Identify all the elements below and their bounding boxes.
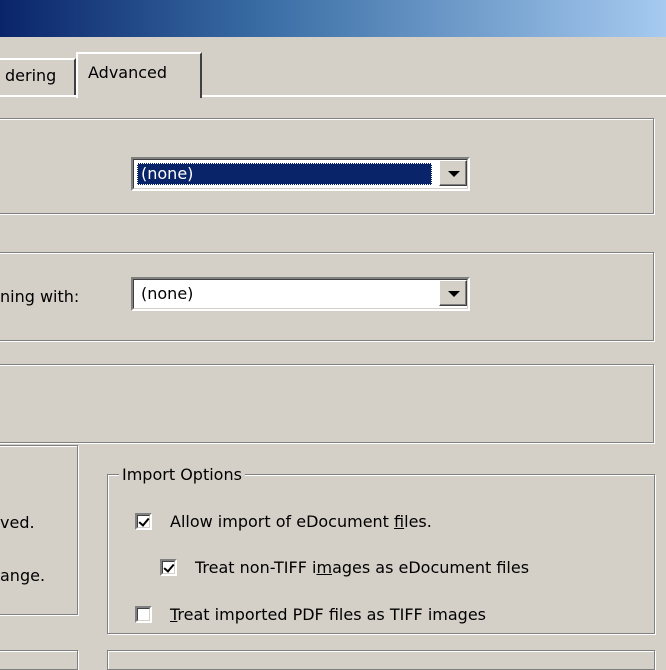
first-combo[interactable]: (none) (131, 157, 470, 191)
tab-advanced[interactable]: Advanced (76, 52, 202, 98)
left-lower-group-box (0, 650, 78, 670)
group-box-3 (0, 364, 654, 443)
first-combo-value: (none) (137, 163, 432, 185)
treat-pdf-as-tiff-checkbox[interactable] (135, 606, 152, 623)
second-combo-label: ning with: (0, 287, 80, 306)
tab-advanced-label: Advanced (88, 63, 168, 82)
second-combo-dropdown-icon[interactable] (439, 280, 467, 306)
left-group-line1: ved. (0, 513, 35, 532)
title-bar (0, 0, 666, 37)
first-combo-dropdown-icon[interactable] (439, 160, 467, 186)
treat-pdf-as-tiff-label[interactable]: Treat imported PDF files as TIFF images (170, 605, 486, 624)
allow-edocument-label[interactable]: Allow import of eDocument files. (170, 512, 432, 531)
left-group-line2: ange. (0, 566, 46, 585)
import-options-legend: Import Options (119, 465, 245, 484)
tab-rendering[interactable]: dering (0, 58, 76, 95)
bottom-group-box (107, 650, 655, 670)
second-combo[interactable]: (none) (131, 277, 470, 311)
tab-rendering-label: dering (5, 66, 57, 85)
second-combo-value: (none) (141, 284, 194, 303)
treat-non-tiff-checkbox[interactable] (160, 559, 177, 576)
allow-edocument-checkbox[interactable] (135, 513, 152, 530)
treat-non-tiff-label[interactable]: Treat non-TIFF images as eDocument files (195, 558, 529, 577)
